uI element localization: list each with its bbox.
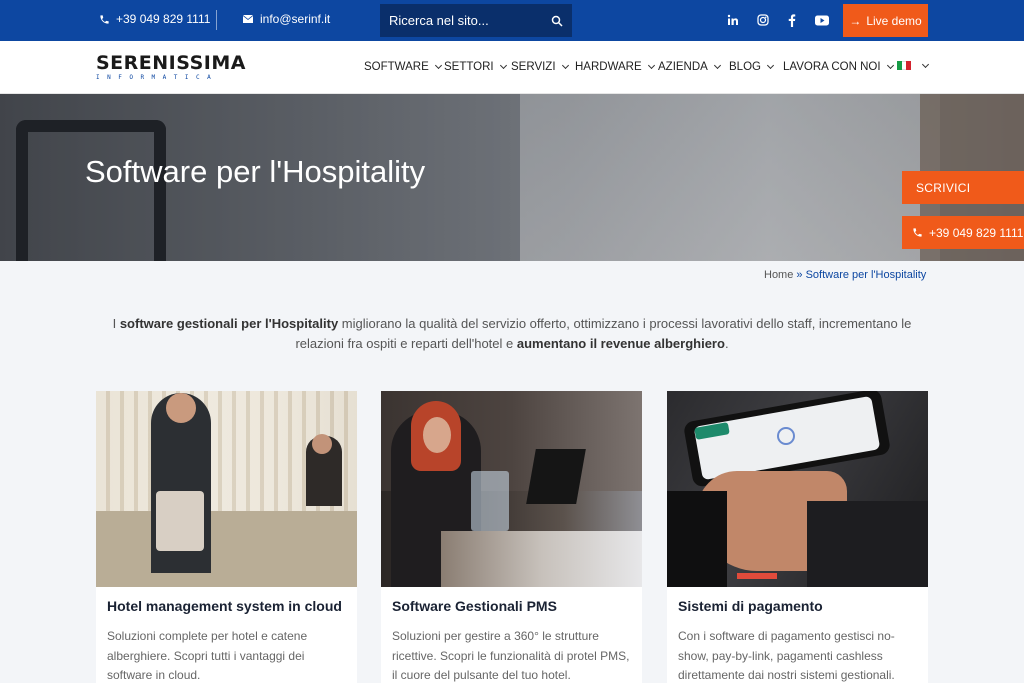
nav-item-label: SOFTWARE — [364, 61, 429, 73]
nav-item-software[interactable]: SOFTWARE — [364, 61, 442, 73]
nav-item-label: HARDWARE — [575, 61, 642, 73]
chevron-down-icon — [713, 61, 721, 70]
topbar-divider — [216, 10, 217, 30]
nav-item-label: AZIENDA — [658, 61, 708, 73]
page-title: Software per l'Hospitality — [85, 154, 426, 189]
suitcase-handle-image — [16, 120, 166, 261]
search-icon[interactable] — [551, 15, 563, 27]
nav-item-settori[interactable]: SETTORI — [444, 61, 507, 73]
intro-text: I — [112, 316, 120, 331]
breadcrumb-separator: » — [796, 269, 803, 281]
card-description: Con i software di pagamento gestisci no-… — [678, 629, 895, 682]
envelope-icon — [243, 15, 253, 23]
topbar-email-text: info@serinf.it — [260, 12, 331, 26]
breadcrumb-current: Software per l'Hospitality — [805, 269, 927, 281]
linkedin-icon[interactable] — [725, 12, 741, 28]
call-button[interactable]: +39 049 829 1111 — [902, 216, 1024, 249]
card-description: Soluzioni per gestire a 360° le struttur… — [392, 629, 630, 682]
card-software-pms[interactable]: Software Gestionali PMS Soluzioni per ge… — [381, 391, 642, 683]
intro-text: . — [724, 336, 729, 351]
card-hotel-management[interactable]: Hotel management system in cloud Soluzio… — [96, 391, 357, 683]
chevron-down-icon — [434, 61, 442, 70]
nav-item-lavora-con-noi[interactable]: LAVORA CON NOI — [783, 61, 894, 73]
card-payment-systems[interactable]: Sistemi di pagamento Con i software di p… — [667, 391, 928, 683]
scrivici-button[interactable]: SCRIVICI — [902, 171, 1024, 204]
flag-italy-icon — [897, 61, 912, 70]
arrow-right-icon: → — [849, 13, 862, 28]
call-button-label: +39 049 829 1111 — [929, 225, 1024, 240]
search-input[interactable] — [389, 13, 539, 28]
logo-wordmark: SERENISSIMA — [96, 52, 246, 74]
nav-item-hardware[interactable]: HARDWARE — [575, 61, 655, 73]
card-title: Hotel management system in cloud — [107, 598, 342, 614]
breadcrumb: Home » Software per l'Hospitality — [764, 269, 926, 281]
chevron-down-icon — [499, 61, 507, 70]
logo-subtitle: INFORMATICA — [96, 74, 219, 81]
youtube-icon[interactable] — [814, 12, 830, 28]
nav-item-label: SETTORI — [444, 61, 494, 73]
chevron-down-icon — [921, 60, 930, 68]
phone-icon — [913, 228, 922, 237]
topbar-phone-text: +39 049 829 1111 — [116, 12, 211, 26]
nav-item-label: SERVIZI — [511, 61, 556, 73]
card-description: Soluzioni complete per hotel e catene al… — [107, 629, 308, 682]
chevron-down-icon — [647, 61, 655, 70]
card-image-hotel-lobby — [96, 391, 357, 587]
facebook-icon[interactable] — [784, 12, 800, 28]
intro-bold-text: aumentano il revenue alberghiero — [516, 336, 725, 351]
logo[interactable]: SERENISSIMA INFORMATICA — [96, 52, 246, 82]
instagram-icon[interactable] — [755, 12, 771, 28]
card-title: Sistemi di pagamento — [678, 598, 823, 614]
live-demo-button[interactable]: → Live demo — [843, 4, 928, 37]
topbar-email-link[interactable]: info@serinf.it — [242, 12, 330, 26]
chevron-down-icon — [561, 61, 569, 70]
chevron-down-icon — [766, 61, 775, 70]
nav-item-azienda[interactable]: AZIENDA — [658, 61, 721, 73]
nav-item-label: BLOG — [729, 61, 761, 73]
live-demo-label: Live demo — [866, 13, 922, 28]
nav-item-label: LAVORA CON NOI — [783, 61, 881, 73]
intro-bold-text: software gestionali per l'Hospitality — [119, 316, 339, 331]
chevron-down-icon — [886, 61, 894, 70]
nav-item-blog[interactable]: BLOG — [729, 61, 775, 73]
breadcrumb-home[interactable]: Home — [764, 269, 793, 281]
intro-paragraph: I software gestionali per l'Hospitality … — [96, 314, 928, 354]
main-nav: SERENISSIMA INFORMATICA SOFTWARE SETTORI… — [0, 41, 1024, 94]
nav-item-servizi[interactable]: SERVIZI — [511, 61, 569, 73]
topbar-phone-link[interactable]: +39 049 829 1111 — [99, 12, 210, 26]
card-image-reception — [381, 391, 642, 587]
site-search — [380, 4, 572, 37]
phone-icon — [100, 14, 109, 24]
card-image-payment-terminal — [667, 391, 928, 587]
hero-banner: Software per l'Hospitality — [0, 94, 1024, 261]
language-switcher[interactable] — [897, 60, 930, 70]
top-bar: +39 049 829 1111 info@serinf.it → Live d… — [0, 0, 1024, 41]
card-title: Software Gestionali PMS — [392, 598, 557, 614]
